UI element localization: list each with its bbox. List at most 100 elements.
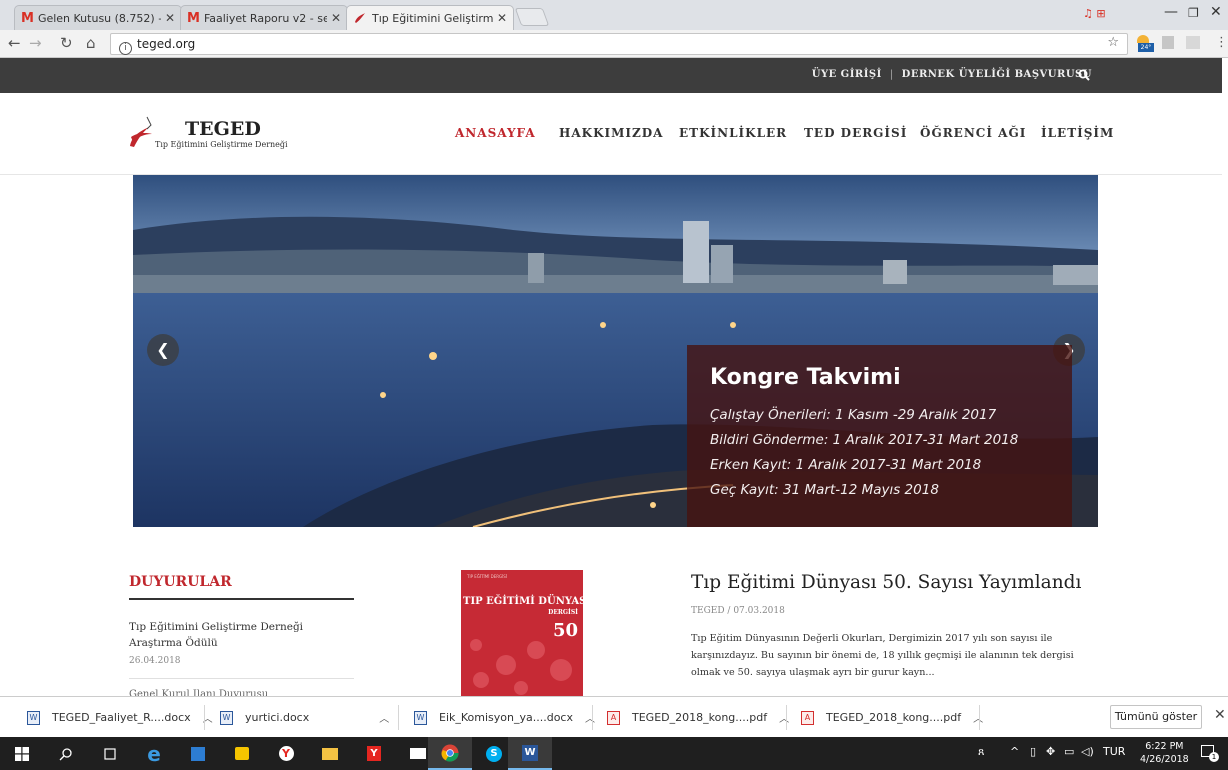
dropbox-icon[interactable]: ✥ [1046, 745, 1055, 758]
back-icon[interactable]: ← [8, 34, 21, 52]
divider [398, 705, 399, 730]
word-icon: W [522, 744, 538, 761]
show-all-downloads-button[interactable]: Tümünü göster [1110, 705, 1202, 729]
magazine-cover[interactable]: TIP EĞİTİMİ DERGİSİ TIP EĞİTİMİ DÜNYASI … [461, 570, 583, 696]
tray-app-icon[interactable]: ▯ [1030, 745, 1036, 758]
close-icon[interactable]: ✕ [497, 11, 507, 25]
address-bar[interactable]: i teged.org ☆ [110, 33, 1128, 55]
edge-icon: e [147, 741, 161, 766]
task-view-button[interactable] [88, 737, 132, 770]
tab-gmail-report[interactable]: M Faaliyet Raporu v2 - sevg ✕ [180, 5, 348, 30]
tab-teged[interactable]: Tıp Eğitimini Geliştirme D ✕ [346, 5, 514, 30]
taskbar-app-yandex[interactable]: Y [264, 737, 308, 770]
word-file-icon: W [27, 710, 40, 725]
close-icon[interactable]: ✕ [165, 11, 175, 25]
taskbar-app-word[interactable]: W [508, 737, 552, 770]
close-icon[interactable]: ✕ [331, 11, 341, 25]
search-button[interactable] [44, 737, 88, 770]
notification-center-icon[interactable]: 1 [1201, 744, 1219, 762]
nav-events[interactable]: ETKİNLİKLER [679, 126, 787, 140]
logo-subtitle: Tıp Eğitimini Geliştirme Derneği [155, 140, 288, 149]
divider [129, 678, 354, 679]
extension-icon[interactable] [1186, 36, 1200, 49]
tab-label: Gelen Kutusu (8.752) - se [37, 11, 161, 25]
announcements-heading: DUYURULAR [129, 574, 232, 590]
teged-favicon [355, 13, 365, 23]
membership-application-link[interactable]: DERNEK ÜYELİĞİ BAŞVURUSU [902, 69, 1092, 80]
tab-label: Tıp Eğitimini Geliştirme D [372, 11, 493, 25]
caption-line: Bildiri Gönderme: 1 Aralık 2017-31 Mart … [710, 432, 1019, 448]
chevron-up-icon[interactable]: ︿ [585, 710, 595, 725]
divider [129, 598, 354, 600]
download-item[interactable]: W Eik_Komisyon_ya....docx ︿ [414, 697, 595, 738]
member-login-link[interactable]: ÜYE GİRİŞİ [812, 69, 882, 80]
slider-prev-button[interactable]: ❮ [147, 334, 179, 366]
menu-icon[interactable]: ⋮ [1215, 35, 1228, 50]
cover-issue-number: 50 [552, 620, 578, 641]
download-filename: TEGED_Faaliyet_R....docx [52, 711, 191, 724]
minimize-icon[interactable]: — [1164, 4, 1178, 20]
download-item[interactable]: A TEGED_2018_kong....pdf ︿ [607, 697, 789, 738]
article-title[interactable]: Tıp Eğitimi Dünyası 50. Sayısı Yayımland… [691, 572, 1081, 593]
skype-icon: S [486, 745, 502, 762]
network-icon[interactable]: ▭ [1064, 745, 1074, 758]
chevron-up-icon[interactable]: ^ [1010, 745, 1019, 758]
slider-caption: Kongre Takvimi Çalıştay Önerileri: 1 Kas… [687, 345, 1072, 527]
logo-title[interactable]: TEGED [185, 118, 261, 140]
nav-home[interactable]: ANASAYFA [455, 126, 536, 140]
taskbar-app-media[interactable] [176, 737, 220, 770]
taskbar-app-store[interactable] [220, 737, 264, 770]
hero-slider: ❮ ❯ Kongre Takvimi Çalıştay Önerileri: 1… [133, 175, 1098, 527]
close-shelf-icon[interactable]: ✕ [1214, 707, 1226, 723]
pdf-file-icon: A [801, 710, 814, 725]
taskbar-app-explorer[interactable] [308, 737, 352, 770]
chrome-icon [441, 744, 459, 762]
nav-contact[interactable]: İLETİŞİM [1041, 126, 1114, 140]
announcement-link[interactable]: Tıp Eğitimini Geliştirme Derneği Araştır… [129, 619, 329, 651]
download-item[interactable]: W TEGED_Faaliyet_R....docx ︿ [27, 697, 213, 738]
nav-journal[interactable]: TED DERGİSİ [804, 126, 907, 140]
input-language[interactable]: TUR [1103, 745, 1125, 758]
clock-time: 6:22 PM [1145, 741, 1184, 752]
tab-gmail-inbox[interactable]: M Gelen Kutusu (8.752) - se ✕ [14, 5, 182, 30]
people-icon[interactable]: ጸ [978, 745, 984, 759]
windows-taskbar: e Y Y S W ጸ ^ ▯ ✥ ▭ ◁) TUR 6:22 PM 4/26/… [0, 737, 1228, 770]
new-tab-button[interactable] [514, 8, 550, 26]
caption-title: Kongre Takvimi [710, 365, 901, 390]
extension-icon[interactable] [1162, 36, 1174, 49]
window-close-icon[interactable]: ✕ [1210, 4, 1222, 20]
weather-extension-icon[interactable]: 24° [1135, 34, 1155, 54]
reload-icon[interactable]: ↻ [60, 34, 73, 52]
announcement-link[interactable]: Genel Kurul İlanı Duyurusu [129, 689, 268, 696]
nav-student-network[interactable]: ÖĞRENCİ AĞI [920, 126, 1026, 140]
start-button[interactable] [0, 737, 44, 770]
restore-icon[interactable]: ❐ [1188, 6, 1199, 20]
forward-icon[interactable]: → [29, 34, 42, 52]
download-item[interactable]: W yurtici.docx ︿ [220, 697, 389, 738]
divider [592, 705, 593, 730]
star-icon[interactable]: ☆ [1107, 35, 1119, 50]
nav-about[interactable]: HAKKIMIZDA [559, 126, 664, 140]
teged-logo-icon[interactable] [127, 115, 157, 149]
volume-icon[interactable]: ◁) [1081, 745, 1094, 758]
site-top-bar: ÜYE GİRİŞİ | DERNEK ÜYELİĞİ BAŞVURUSU [0, 58, 1222, 93]
yandex-icon: Y [278, 746, 294, 761]
store-icon [235, 747, 249, 760]
top-links: ÜYE GİRİŞİ | DERNEK ÜYELİĞİ BAŞVURUSU [811, 69, 1092, 80]
task-view-icon [104, 747, 116, 760]
article-author[interactable]: TEGED [691, 606, 725, 616]
profile-icon[interactable]: ♫ ⊞ [1083, 7, 1106, 20]
clock[interactable]: 6:22 PM 4/26/2018 [1140, 740, 1189, 766]
taskbar-app-edge[interactable]: e [132, 737, 176, 770]
taskbar-app-chrome[interactable] [428, 737, 472, 770]
info-icon[interactable]: i [119, 42, 132, 55]
article-date: 07.03.2018 [733, 606, 785, 616]
download-item[interactable]: A TEGED_2018_kong....pdf ︿ [801, 697, 983, 738]
tab-label: Faaliyet Raporu v2 - sevg [203, 11, 327, 25]
download-shelf: W TEGED_Faaliyet_R....docx ︿ W yurtici.d… [0, 696, 1228, 737]
chevron-up-icon[interactable]: ︿ [779, 710, 789, 725]
home-icon[interactable]: ⌂ [86, 34, 96, 52]
search-icon[interactable] [1078, 69, 1090, 81]
taskbar-app-yandex-browser[interactable]: Y [352, 737, 396, 770]
chevron-up-icon[interactable]: ︿ [379, 710, 389, 725]
